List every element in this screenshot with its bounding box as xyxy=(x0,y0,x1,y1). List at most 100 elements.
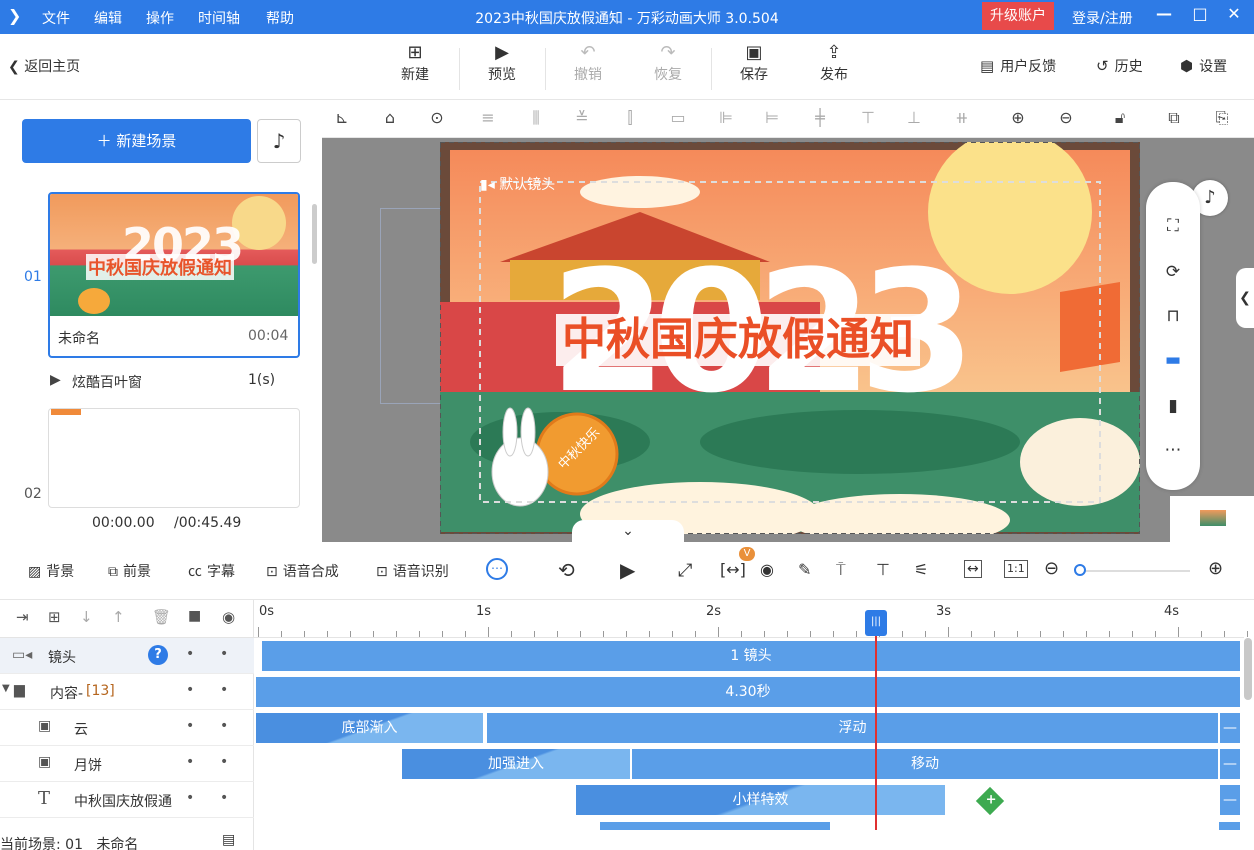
settings-link[interactable]: ⬢ 设置 xyxy=(1180,56,1227,76)
expand-triangle-icon[interactable]: ▼ xyxy=(2,683,10,694)
lock-icon[interactable]: ■ xyxy=(188,608,201,624)
align-vcenter-icon[interactable]: ⫼ xyxy=(524,108,548,128)
next-layer-tail-bar[interactable] xyxy=(1219,822,1240,830)
collapse-panel-button[interactable]: ❮ xyxy=(1236,268,1254,328)
layer-row-text[interactable]: T 中秋国庆放假通 • • xyxy=(0,782,254,818)
import-icon[interactable]: ⇥ xyxy=(16,608,29,626)
ruler-icon[interactable]: ⊾ xyxy=(330,108,354,127)
actual-size-icon[interactable]: 1:1 xyxy=(1004,560,1028,578)
asr-button[interactable]: ⊡ 语音识别 xyxy=(376,561,449,581)
new-button[interactable]: ⊞ 新建 xyxy=(385,42,445,84)
mooncake-enter-bar[interactable]: 加强进入 xyxy=(402,749,630,779)
menu-file[interactable]: 文件 xyxy=(42,8,70,28)
upgrade-button[interactable]: 升级账户 xyxy=(982,2,1054,30)
align-bottom-icon[interactable]: ≚ xyxy=(570,108,594,127)
more-icon[interactable]: ⋯ xyxy=(1146,440,1200,460)
align-center-icon[interactable]: ╪ xyxy=(808,108,832,127)
help-icon[interactable]: ? xyxy=(148,645,168,665)
filter-icon[interactable]: ⊤ xyxy=(876,560,890,579)
mini-preview[interactable] xyxy=(1170,496,1254,542)
align-right-icon[interactable]: ⊨ xyxy=(760,108,784,127)
align-top-icon[interactable]: ≡ xyxy=(476,108,500,127)
layer-row-cloud[interactable]: ▣ 云 • • xyxy=(0,710,254,746)
headline-text[interactable]: 中秋国庆放假通知 xyxy=(556,314,920,366)
settings-slider-icon[interactable]: ⚟ xyxy=(914,560,928,579)
timeline-scrollbar[interactable] xyxy=(1244,638,1252,700)
redo-button[interactable]: ↷ 恢复 xyxy=(638,42,698,84)
camera-marker[interactable]: ▮◂ 默认镜头 xyxy=(480,174,555,194)
playhead-handle[interactable]: ||| xyxy=(865,610,887,636)
marker-icon[interactable]: ⍑ xyxy=(836,560,846,580)
zoom-in-icon[interactable]: ⊕ xyxy=(1006,108,1030,127)
transition-name[interactable]: 炫酷百叶窗 xyxy=(72,372,142,392)
cloud-enter-bar[interactable]: 底部渐入 xyxy=(256,713,483,743)
align-left-icon[interactable]: ⊫ xyxy=(714,108,738,127)
scene-card-1[interactable]: 2023 中秋国庆放假通知 未命名 00:04 xyxy=(48,192,300,358)
maximize-icon[interactable]: □ xyxy=(1188,4,1212,23)
zoom-slider-handle[interactable] xyxy=(1074,564,1086,576)
top-icon[interactable]: ⊤ xyxy=(856,108,880,127)
scene-card-2[interactable] xyxy=(48,408,300,508)
fit-width-icon[interactable]: ↔ xyxy=(964,560,982,578)
layer-row-content[interactable]: ▼ ▆ 内容- [13] • • xyxy=(0,674,254,710)
copy-icon[interactable]: ⧉ xyxy=(1162,108,1186,128)
lock-icon[interactable]: ⊓ xyxy=(1146,306,1200,326)
time-ruler[interactable]: 0s 1s 2s 3s 4s xyxy=(254,600,1248,638)
rotate-icon[interactable]: ⟳ xyxy=(1146,262,1200,282)
fullscreen-icon[interactable]: ⤢ xyxy=(678,560,692,581)
play-icon[interactable]: ▶ xyxy=(620,558,635,582)
save-button[interactable]: ▣ 保存 xyxy=(724,42,784,84)
mooncake-move-bar[interactable]: 移动 xyxy=(632,749,1218,779)
publish-button[interactable]: ⇪ 发布 xyxy=(804,42,864,84)
feedback-link[interactable]: ▤ 用户反馈 xyxy=(980,56,1056,76)
lock-dot[interactable]: • xyxy=(220,646,228,662)
eye-icon[interactable]: ◉ xyxy=(222,608,235,626)
minimize-icon[interactable]: — xyxy=(1152,4,1176,23)
add-keyframe-icon[interactable]: + xyxy=(975,786,1005,816)
delete-icon[interactable]: 🗑︎ xyxy=(152,608,171,626)
more-icon[interactable]: ⊙ xyxy=(425,108,449,127)
menu-timeline[interactable]: 时间轴 xyxy=(198,8,240,28)
fit-screen-icon[interactable]: ⛶ xyxy=(1146,216,1200,236)
cloud-float-bar[interactable]: 浮动 xyxy=(487,713,1218,743)
desktop-icon[interactable]: ▬ xyxy=(1146,350,1200,370)
unlock-icon[interactable]: 🔓︎ xyxy=(1108,108,1132,128)
move-down-icon[interactable]: ↓ xyxy=(80,608,93,626)
lock-dot[interactable]: • xyxy=(220,682,228,698)
document-icon[interactable]: ▤ xyxy=(222,832,235,848)
zoom-out-icon[interactable]: ⊖ xyxy=(1054,108,1078,127)
more-options-icon[interactable]: ⋯ xyxy=(486,558,508,580)
login-link[interactable]: 登录/注册 xyxy=(1072,8,1133,28)
visibility-dot[interactable]: • xyxy=(186,646,194,662)
visibility-dot[interactable]: • xyxy=(186,790,194,806)
preview-button[interactable]: ▶ 预览 xyxy=(472,42,532,84)
visibility-dot[interactable]: • xyxy=(186,718,194,734)
text-tail-bar[interactable]: — xyxy=(1219,785,1240,815)
center-icon[interactable]: ⧺ xyxy=(950,108,974,127)
distribute-h-icon[interactable]: ⫿ xyxy=(618,108,642,128)
paste-icon[interactable]: ⎘ xyxy=(1210,108,1234,128)
layer-row-camera[interactable]: ▭◂ 镜头 ? • • xyxy=(0,638,254,674)
zoom-out-icon[interactable]: ⊖ xyxy=(1044,558,1059,579)
close-icon[interactable]: ✕ xyxy=(1222,4,1246,23)
back-home-button[interactable]: ❮ 返回主页 xyxy=(8,56,80,76)
move-up-icon[interactable]: ↑ xyxy=(112,608,125,626)
text-effect-bar[interactable]: 小样特效 xyxy=(576,785,945,815)
next-layer-bar[interactable] xyxy=(600,822,830,830)
menu-edit[interactable]: 编辑 xyxy=(94,8,122,28)
lock-dot[interactable]: • xyxy=(220,718,228,734)
transition-play-icon[interactable]: ▶ xyxy=(50,372,61,388)
camera-bar[interactable]: 1 镜头 xyxy=(262,641,1240,671)
menu-help[interactable]: 帮助 xyxy=(266,8,294,28)
menu-operate[interactable]: 操作 xyxy=(146,8,174,28)
undo-button[interactable]: ↶ 撤销 xyxy=(558,42,618,84)
history-link[interactable]: ↺ 历史 xyxy=(1096,56,1143,76)
lock-dot[interactable]: • xyxy=(220,790,228,806)
camera-snapshot-icon[interactable]: ◉ xyxy=(760,560,774,579)
rewind-icon[interactable]: ⟲ xyxy=(558,558,575,582)
mooncake-tail-bar[interactable]: — xyxy=(1219,749,1240,779)
zoom-in-icon[interactable]: ⊕ xyxy=(1208,558,1223,579)
distribute-v-icon[interactable]: ▭ xyxy=(666,108,690,127)
lock-dot[interactable]: • xyxy=(220,754,228,770)
new-scene-button[interactable]: ＋ 新建场景 xyxy=(22,119,251,163)
